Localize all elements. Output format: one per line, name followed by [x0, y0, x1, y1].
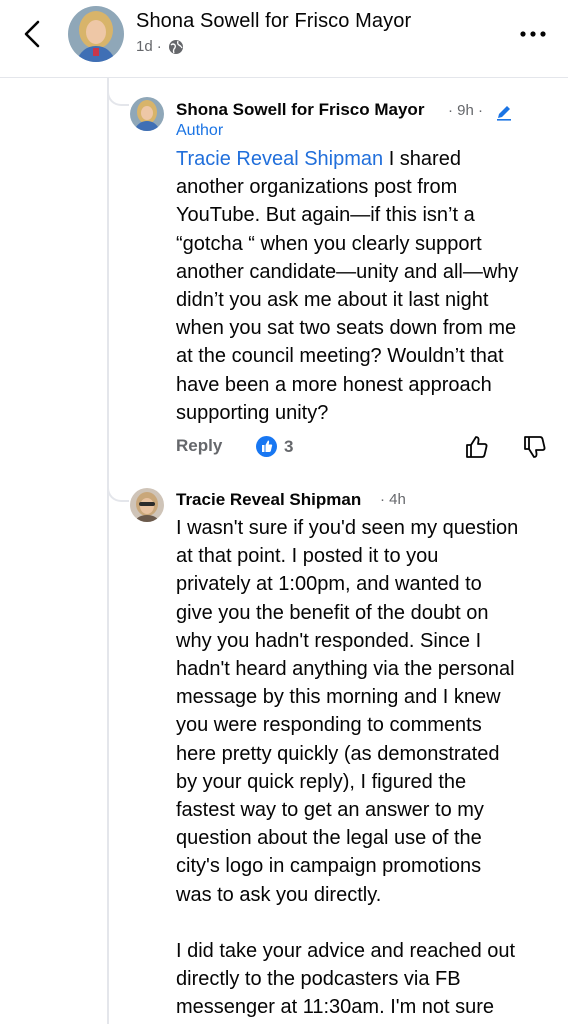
comment-line: I wasn't sure if you'd seen my question	[176, 517, 519, 539]
comment-line: supporting unity?	[176, 401, 329, 424]
comment-text: I wasn't sure if you'd seen my question …	[176, 514, 556, 1022]
comment-author[interactable]: Tracie Reveal Shipman	[176, 490, 361, 510]
thread-connector	[107, 78, 129, 106]
comment-line: when you sat two seats down from me	[176, 317, 517, 340]
mention-link[interactable]: Tracie Reveal Shipman	[176, 148, 383, 170]
like-reaction-icon[interactable]	[256, 436, 277, 457]
comment-line: question about the legal use of the	[176, 827, 482, 850]
comment-line: why you hadn't responded. Since I	[176, 629, 482, 652]
post-header: Shona Sowell for Frisco Mayor 1d ·	[0, 0, 568, 78]
commenter-avatar[interactable]	[130, 488, 164, 522]
more-options-icon[interactable]	[518, 22, 548, 46]
back-arrow-icon[interactable]	[18, 14, 48, 54]
comment-line: at that point. I posted it to you	[176, 545, 439, 568]
comment-line: YouTube. But again—if this isn’t a	[176, 204, 475, 227]
comment-line: I did take your advice and reached out	[176, 940, 516, 963]
comment-line: give you the benefit of the doubt on	[176, 601, 489, 624]
comment-line: directly to the podcasters via FB	[176, 968, 461, 991]
post-meta: 1d ·	[136, 38, 184, 55]
globe-icon	[168, 39, 183, 54]
comment-line: was to ask you directly.	[176, 883, 382, 906]
comment-line: here pretty quickly (as demonstrated	[176, 742, 500, 765]
page-title[interactable]: Shona Sowell for Frisco Mayor	[136, 10, 411, 33]
commenter-avatar[interactable]	[130, 97, 164, 131]
comment-line: privately at 1:00pm, and wanted to	[176, 573, 482, 596]
comment-author[interactable]: Shona Sowell for Frisco Mayor	[176, 100, 424, 120]
thumbs-down-icon[interactable]	[522, 434, 548, 460]
comment-line: by your quick reply), I figured the	[176, 770, 467, 793]
comment-line: I shared	[383, 148, 461, 170]
comment-line: another organizations post from	[176, 176, 458, 199]
comment-line: messenger at 11:30am. I'm not sure	[176, 996, 495, 1019]
page-avatar[interactable]	[68, 6, 124, 62]
comment-line: fastest way to get an answer to my	[176, 799, 484, 822]
comment-line: “gotcha “ when you clearly support	[176, 232, 482, 255]
thread-line	[107, 78, 109, 1024]
thread-connector	[107, 474, 129, 502]
comment-line	[176, 909, 556, 937]
comment-line: another candidate—unity and all—why	[176, 260, 519, 283]
author-badge: Author	[176, 122, 224, 139]
comment-text: Tracie Reveal Shipman I shared another o…	[176, 145, 556, 427]
reply-button[interactable]: Reply	[176, 436, 222, 456]
post-time[interactable]: 1d	[136, 38, 153, 55]
like-thumb-icon	[262, 440, 273, 452]
edit-pencil-icon[interactable]	[494, 102, 514, 122]
comment-line: hadn't heard anything via the personal	[176, 658, 515, 681]
comment-time[interactable]: · 4h	[380, 491, 406, 508]
comment-line: you were responding to comments	[176, 714, 482, 737]
comment-line: message by this morning and I knew	[176, 686, 501, 709]
comment-time[interactable]: · 9h ·	[448, 102, 483, 119]
meta-separator: ·	[156, 38, 162, 55]
comment-line: didn’t you ask me about it last night	[176, 289, 489, 312]
comment-line: have been a more honest approach	[176, 373, 492, 396]
comment-line: city's logo in campaign promotions	[176, 855, 482, 878]
like-count[interactable]: 3	[284, 437, 293, 457]
comment-line: at the council meeting? Wouldn’t that	[176, 345, 504, 368]
thumbs-up-icon[interactable]	[464, 434, 490, 460]
